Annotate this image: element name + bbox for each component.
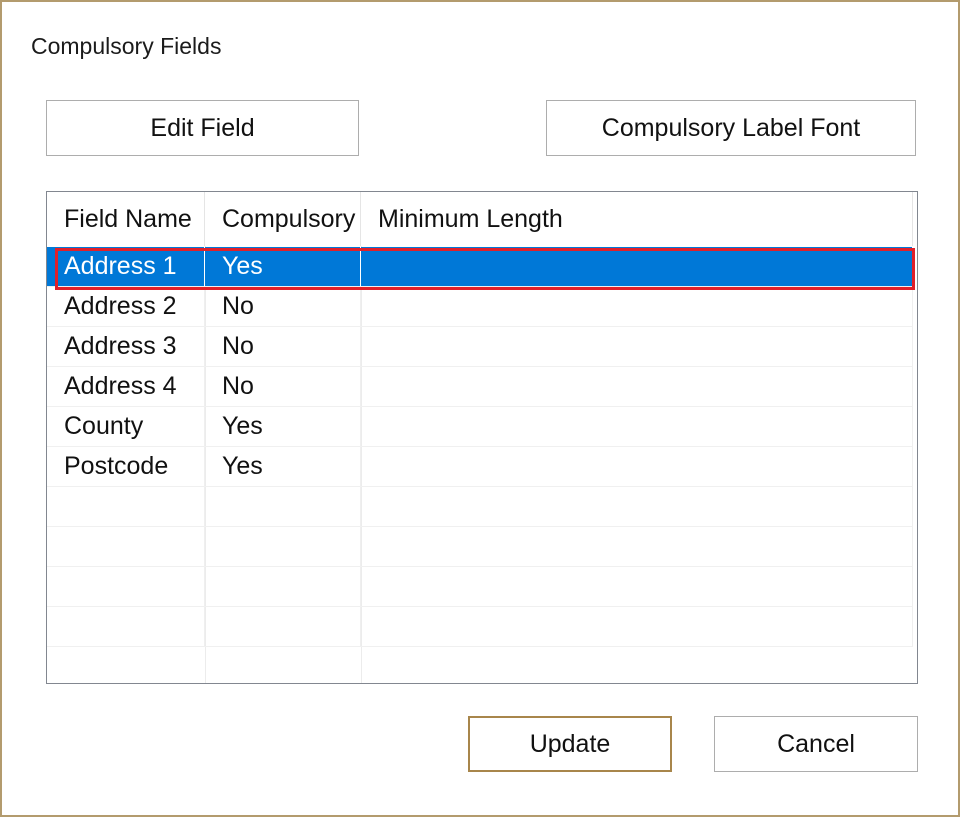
cell-field-name: Address 3 [47, 327, 205, 366]
cell-minimum-length [361, 287, 913, 326]
table-row[interactable]: Address 3 No [47, 327, 913, 367]
cell-field-name: Address 2 [47, 287, 205, 326]
table-row[interactable]: Address 2 No [47, 287, 913, 327]
cell-field-name: Address 4 [47, 367, 205, 406]
column-header-field-name[interactable]: Field Name [47, 192, 205, 246]
table-row-empty [47, 487, 913, 527]
cell-minimum-length [361, 327, 913, 366]
update-button[interactable]: Update [468, 716, 672, 772]
table-row-empty [47, 527, 913, 567]
cell-field-name: Postcode [47, 447, 205, 486]
cell-compulsory: Yes [205, 447, 361, 486]
cell-field-name: Address 1 [47, 247, 205, 286]
table-row[interactable]: Postcode Yes [47, 447, 913, 487]
cell-compulsory: No [205, 367, 361, 406]
cell-minimum-length [361, 407, 913, 446]
table-row-selected[interactable]: Address 1 Yes [47, 247, 913, 287]
list-rows: Address 1 Yes Address 2 No Address 3 No … [47, 247, 913, 647]
cell-field-name: County [47, 407, 205, 446]
cell-compulsory: No [205, 327, 361, 366]
dialog-title: Compulsory Fields [31, 33, 222, 59]
compulsory-fields-dialog: Compulsory Fields Edit Field Compulsory … [0, 0, 960, 817]
cell-compulsory: No [205, 287, 361, 326]
cell-minimum-length [361, 447, 913, 486]
compulsory-label-font-button[interactable]: Compulsory Label Font [546, 100, 916, 156]
column-header-compulsory[interactable]: Compulsory [205, 192, 361, 246]
cell-minimum-length [361, 367, 913, 406]
cancel-button[interactable]: Cancel [714, 716, 918, 772]
list-header: Field Name Compulsory Minimum Length [47, 192, 913, 246]
cell-minimum-length [361, 247, 913, 286]
column-header-minimum-length[interactable]: Minimum Length [361, 192, 913, 246]
fields-list-view[interactable]: Field Name Compulsory Minimum Length Add… [46, 191, 918, 684]
table-row[interactable]: Address 4 No [47, 367, 913, 407]
table-row[interactable]: County Yes [47, 407, 913, 447]
cell-compulsory: Yes [205, 407, 361, 446]
table-row-empty [47, 567, 913, 607]
edit-field-button[interactable]: Edit Field [46, 100, 359, 156]
table-row-empty [47, 607, 913, 647]
cell-compulsory: Yes [205, 247, 361, 286]
